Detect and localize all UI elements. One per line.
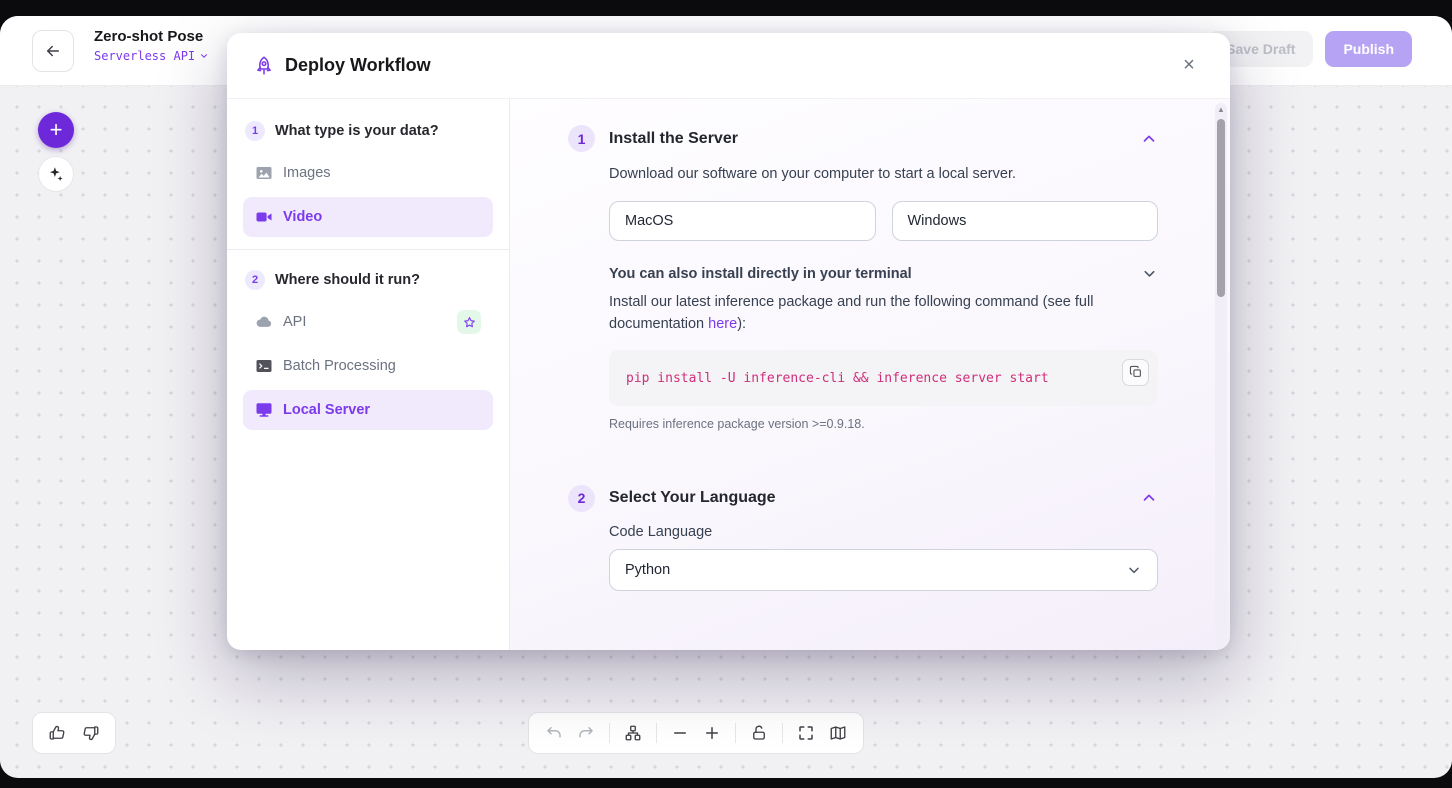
section-1-number: 1: [568, 125, 595, 152]
install-instructions: Install our latest inference package and…: [609, 292, 1158, 336]
page-title: Zero-shot Pose: [94, 28, 204, 45]
chevron-down-icon: [199, 51, 209, 61]
back-arrow-icon: [44, 42, 62, 60]
install-command-block: pip install -U inference-cli && inferenc…: [609, 349, 1158, 406]
sidebar-divider: [227, 249, 509, 250]
modal-body: 1 What type is your data? Images Video 2…: [227, 99, 1230, 650]
toolbar-divider: [735, 723, 736, 743]
feedback-toolbar: [32, 712, 116, 754]
sidebar-item-label: Batch Processing: [283, 358, 396, 374]
back-button[interactable]: [32, 30, 74, 72]
deployment-type-label: Serverless API: [94, 49, 196, 63]
scrollbar-up-arrow[interactable]: ▲: [1217, 106, 1225, 114]
install-text-after: ):: [737, 315, 747, 332]
section-2-body: Code Language Python: [609, 524, 1158, 591]
header-actions: Save Draft Publish: [1208, 31, 1412, 67]
modal-title: Deploy Workflow: [285, 55, 431, 75]
modal-header: Deploy Workflow ×: [227, 33, 1230, 99]
toolbar-divider: [782, 723, 783, 743]
step-2-header: 2 Where should it run?: [243, 266, 493, 302]
redo-icon[interactable]: [577, 724, 595, 742]
macos-download-button[interactable]: MacOS: [609, 201, 876, 242]
thumbs-up-icon[interactable]: [48, 724, 66, 742]
zoom-in-icon[interactable]: [703, 724, 721, 742]
monitor-icon: [255, 401, 273, 419]
cloud-icon: [255, 313, 273, 331]
image-icon: [255, 164, 273, 182]
modal-sidebar: 1 What type is your data? Images Video 2…: [227, 99, 510, 650]
fit-view-icon[interactable]: [797, 724, 815, 742]
scrollbar-thumb[interactable]: [1217, 119, 1225, 297]
undo-icon[interactable]: [545, 724, 563, 742]
terminal-install-toggle[interactable]: You can also install directly in your te…: [609, 265, 1158, 282]
section-2-number: 2: [568, 484, 595, 512]
install-description: Download our software on your computer t…: [609, 166, 1016, 182]
deployment-type-dropdown[interactable]: Serverless API: [94, 49, 209, 63]
chevron-down-icon: [1141, 265, 1158, 282]
minimap-icon[interactable]: [829, 724, 847, 742]
canvas-toolbar: [528, 712, 864, 754]
sidebar-item-video[interactable]: Video: [243, 197, 493, 237]
zoom-out-icon[interactable]: [671, 724, 689, 742]
windows-download-button[interactable]: Windows: [891, 201, 1158, 242]
toolbar-divider: [609, 723, 610, 743]
sidebar-item-label: Video: [283, 209, 323, 225]
sparkles-icon: [47, 165, 65, 183]
chevron-down-icon: [1126, 562, 1142, 578]
sidebar-item-label: Images: [283, 165, 331, 181]
deploy-workflow-modal: Deploy Workflow × 1 What type is your da…: [227, 33, 1230, 650]
section-select-language-header: 2 Select Your Language: [568, 484, 1158, 512]
terminal-icon: [255, 357, 273, 375]
sidebar-item-images[interactable]: Images: [243, 153, 493, 193]
step-1-title: What type is your data?: [275, 123, 439, 139]
workflow-editor-app: Zero-shot Pose Serverless API Save Draft…: [0, 16, 1452, 778]
sidebar-item-local-server[interactable]: Local Server: [243, 390, 493, 430]
section-1-body: Download our software on your computer t…: [609, 164, 1158, 431]
sidebar-item-label: API: [283, 314, 307, 330]
section-install-server-header: 1 Install the Server: [568, 125, 1158, 152]
lock-icon[interactable]: [750, 724, 768, 742]
step-2-title: Where should it run?: [275, 272, 420, 288]
language-select[interactable]: Python: [609, 548, 1158, 591]
modal-scrollbar[interactable]: ▲: [1215, 103, 1227, 645]
code-language-label: Code Language: [609, 523, 713, 540]
terminal-install-label: You can also install directly in your te…: [609, 265, 912, 282]
os-download-buttons: MacOS Windows: [609, 201, 1158, 242]
documentation-link[interactable]: here: [708, 316, 737, 332]
step-1-number: 1: [245, 121, 265, 141]
toolbar-divider: [656, 723, 657, 743]
workflow-title-block: Zero-shot Pose Serverless API: [94, 28, 209, 63]
thumbs-down-icon[interactable]: [82, 724, 100, 742]
close-icon[interactable]: ×: [1174, 51, 1204, 81]
section-2-title: Select Your Language: [609, 489, 776, 507]
section-1-title: Install the Server: [609, 129, 738, 147]
modal-content: 1 Install the Server Download our softwa…: [510, 99, 1230, 650]
auto-layout-icon[interactable]: [624, 724, 642, 742]
version-requirement: Requires inference package version >=0.9…: [609, 416, 865, 431]
chevron-up-icon[interactable]: [1140, 130, 1158, 148]
ai-assistant-button[interactable]: [38, 156, 74, 192]
step-2-number: 2: [245, 270, 265, 290]
recommended-star-badge: [457, 310, 481, 334]
copy-button[interactable]: [1122, 358, 1149, 386]
sidebar-item-label: Local Server: [283, 402, 371, 418]
sidebar-item-api[interactable]: API: [243, 302, 493, 342]
publish-button[interactable]: Publish: [1325, 31, 1412, 67]
chevron-up-icon[interactable]: [1140, 489, 1158, 507]
sidebar-item-batch-processing[interactable]: Batch Processing: [243, 346, 493, 386]
rocket-icon: [253, 55, 275, 77]
install-text: Install our latest inference package and…: [609, 294, 1094, 332]
install-command: pip install -U inference-cli && inferenc…: [626, 370, 1049, 386]
video-icon: [255, 208, 273, 226]
add-block-button[interactable]: +: [38, 112, 74, 148]
step-1-header: 1 What type is your data?: [243, 117, 493, 153]
language-select-value: Python: [625, 561, 671, 578]
